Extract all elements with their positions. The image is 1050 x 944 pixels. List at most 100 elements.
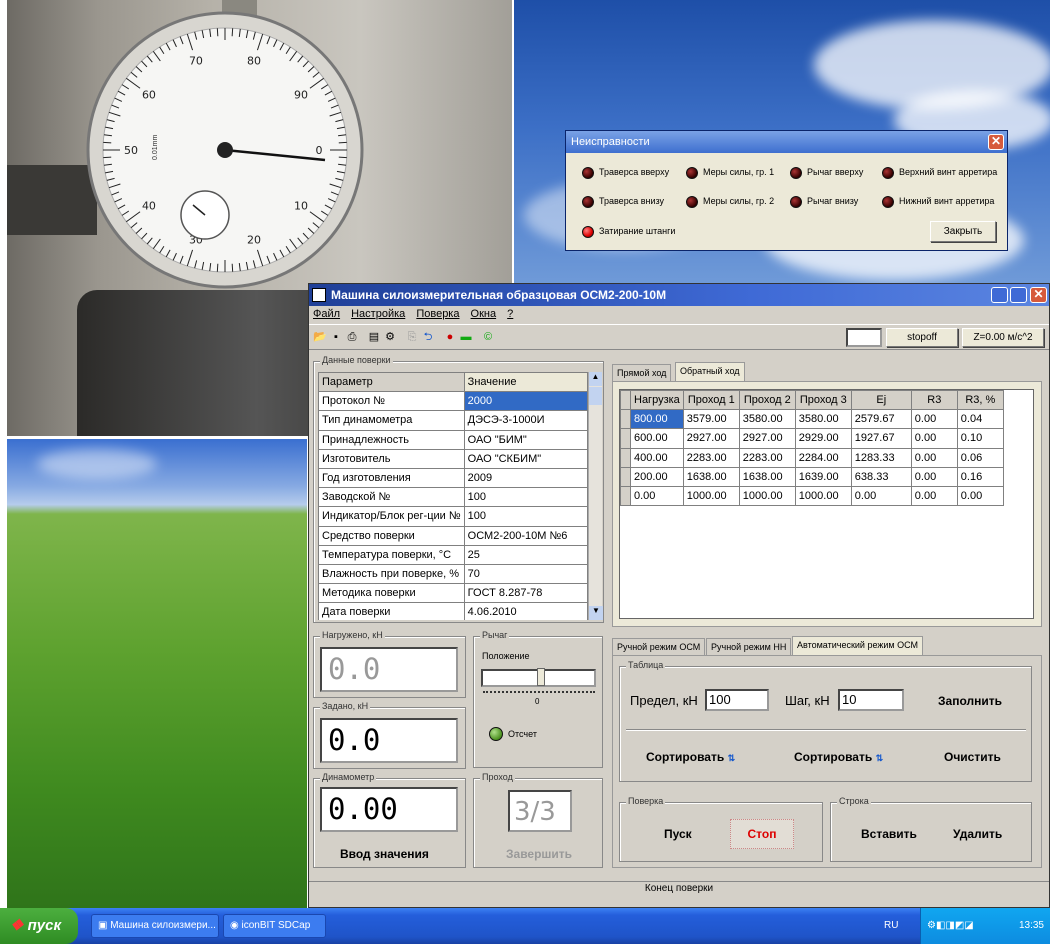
menu-settings[interactable]: Настройка <box>351 308 405 320</box>
results-cell[interactable]: 0.10 <box>956 428 1004 449</box>
results-cell[interactable]: 1638.00 <box>682 466 740 487</box>
param-value-cell[interactable]: ОСМ2-200-10М №6 <box>463 525 588 546</box>
toolbar-input[interactable] <box>846 328 882 347</box>
results-cell[interactable]: 0.04 <box>956 409 1004 430</box>
params-row[interactable]: Дата поверки 4.06.2010 <box>318 602 588 620</box>
results-row[interactable]: 0.00 1000.00 1000.00 1000.00 0.00 0.00 0.00 <box>620 485 1004 507</box>
scroll-down-icon[interactable]: ▼ <box>589 606 603 620</box>
params-row[interactable]: Протокол № 2000 <box>318 391 588 412</box>
menu-verification[interactable]: Поверка <box>416 308 459 320</box>
menu-file[interactable]: Файл <box>313 308 340 320</box>
dynamometer-input[interactable]: 0.00 <box>320 787 458 832</box>
results-col-header[interactable]: R3 <box>910 390 958 411</box>
params-row[interactable]: Изготовитель ОАО "СКБИМ" <box>318 448 588 469</box>
tab-forward[interactable]: Прямой ход <box>612 364 672 381</box>
results-cell[interactable]: 2284.00 <box>794 447 852 468</box>
param-value-cell[interactable]: 4.06.2010 <box>463 602 588 620</box>
results-col-header[interactable]: Проход 3 <box>794 390 852 411</box>
param-name-cell[interactable]: Год изготовления <box>318 467 465 489</box>
results-row[interactable]: 600.00 2927.00 2927.00 2929.00 1927.67 0.00 0.… <box>620 428 1004 449</box>
results-cell[interactable]: 2283.00 <box>682 447 740 468</box>
taskbar-item-sdcap[interactable]: ◉ iconBIT SDCap <box>223 914 326 938</box>
param-name-cell[interactable]: Влажность при поверке, % <box>318 563 465 585</box>
param-name-cell[interactable]: Дата поверки <box>318 602 465 620</box>
param-value-cell[interactable]: 2009 <box>463 467 588 489</box>
run-icon[interactable]: ▬ <box>459 330 473 344</box>
slider-thumb[interactable] <box>537 668 545 686</box>
row-selector[interactable] <box>620 409 631 430</box>
param-name-cell[interactable]: Заводской № <box>318 487 465 508</box>
start-button[interactable]: Пуск <box>664 827 692 841</box>
language-indicator[interactable]: RU <box>884 908 898 944</box>
print-icon[interactable]: ⎙ <box>345 330 359 344</box>
results-cell[interactable]: 1283.33 <box>850 447 912 468</box>
results-col-header[interactable]: Ej <box>850 390 912 411</box>
menu-windows[interactable]: Окна <box>471 308 497 320</box>
params-row[interactable]: Тип динамометра ДЭСЭ-3-1000И <box>318 410 588 431</box>
param-value-cell[interactable]: ОАО "БИМ" <box>463 429 588 450</box>
param-value-cell[interactable]: ГОСТ 8.287-78 <box>463 583 588 604</box>
sort-desc-button[interactable]: Сортировать ⇅ <box>794 750 883 764</box>
tab-manual-osm[interactable]: Ручной режим ОСМ <box>612 638 706 655</box>
param-value-cell[interactable]: 100 <box>463 487 588 508</box>
results-cell[interactable]: 0.00 <box>910 485 958 507</box>
results-cell[interactable]: 0.00 <box>910 466 958 487</box>
row-selector[interactable] <box>620 428 631 449</box>
undo-icon[interactable]: ⮌ <box>421 330 435 344</box>
results-cell[interactable]: 1927.67 <box>850 428 912 449</box>
copy-icon[interactable]: ⎘ <box>405 330 419 344</box>
minimize-icon[interactable] <box>991 287 1008 303</box>
params-row[interactable]: Заводской № 100 <box>318 487 588 508</box>
results-cell[interactable]: 600.00 <box>630 428 684 449</box>
param-value-cell[interactable]: 2000 <box>463 391 588 412</box>
results-cell[interactable]: 400.00 <box>630 447 684 468</box>
results-row[interactable]: 400.00 2283.00 2283.00 2284.00 1283.33 0.00 0.… <box>620 447 1004 468</box>
param-value-cell[interactable]: ОАО "СКБИМ" <box>463 448 588 469</box>
params-row[interactable]: Средство поверки ОСМ2-200-10М №6 <box>318 525 588 546</box>
step-input[interactable]: 10 <box>838 689 904 711</box>
results-row[interactable]: 200.00 1638.00 1638.00 1639.00 638.33 0.00 0.1… <box>620 466 1004 487</box>
results-cell[interactable]: 2283.00 <box>738 447 796 468</box>
faults-dialog-close-icon[interactable]: ✕ <box>988 134 1004 150</box>
tab-reverse[interactable]: Обратный ход <box>675 362 745 381</box>
lever-position-slider[interactable] <box>481 668 596 687</box>
param-name-cell[interactable]: Температура поверки, °С <box>318 544 465 565</box>
params-table[interactable]: Параметр Значение Протокол № 2000 Тип динам… <box>318 372 588 620</box>
tab-auto-osm[interactable]: Автоматический режим ОСМ <box>792 636 923 655</box>
setpoint-input[interactable]: 0.0 <box>320 718 458 763</box>
results-cell[interactable]: 0.16 <box>956 466 1004 487</box>
param-value-cell[interactable]: 100 <box>463 506 588 527</box>
save-icon[interactable]: ▪ <box>329 330 343 344</box>
window-close-icon[interactable]: ✕ <box>1030 287 1047 303</box>
refresh-icon[interactable]: © <box>481 330 495 344</box>
results-cell[interactable]: 2929.00 <box>794 428 852 449</box>
results-cell[interactable]: 0.00 <box>910 428 958 449</box>
results-cell[interactable]: 1000.00 <box>738 485 796 507</box>
menu-help[interactable]: ? <box>507 308 513 320</box>
params-row[interactable]: Принадлежность ОАО "БИМ" <box>318 429 588 450</box>
param-name-cell[interactable]: Протокол № <box>318 391 465 412</box>
results-row[interactable]: 800.00 3579.00 3580.00 3580.00 2579.67 0.00 0.… <box>620 409 1004 430</box>
col-header[interactable]: Значение <box>463 372 588 393</box>
results-cell[interactable]: 2579.67 <box>850 409 912 430</box>
results-cell[interactable]: 0.06 <box>956 447 1004 468</box>
scroll-thumb[interactable] <box>589 387 602 405</box>
results-cell[interactable]: 0.00 <box>956 485 1004 507</box>
scroll-up-icon[interactable]: ▲ <box>589 372 602 386</box>
taskbar-item-app[interactable]: ▣ Машина силоизмери... <box>91 914 219 938</box>
param-name-cell[interactable]: Средство поверки <box>318 525 465 546</box>
results-cell[interactable]: 0.00 <box>630 485 684 507</box>
param-value-cell[interactable]: ДЭСЭ-3-1000И <box>463 410 588 431</box>
results-cell[interactable]: 1639.00 <box>794 466 852 487</box>
tab-manual-nn[interactable]: Ручной режим НН <box>706 638 792 655</box>
params-row[interactable]: Индикатор/Блок рег-ции № 100 <box>318 506 588 527</box>
params-row[interactable]: Температура поверки, °С 25 <box>318 544 588 565</box>
results-col-header[interactable]: R3, % <box>956 390 1004 411</box>
clear-button[interactable]: Очистить <box>944 750 1001 764</box>
param-name-cell[interactable]: Изготовитель <box>318 448 465 469</box>
settings-icon[interactable]: ⚙ <box>383 330 397 344</box>
params-scrollbar[interactable]: ▲ ▼ <box>588 372 603 620</box>
results-cell[interactable]: 200.00 <box>630 466 684 487</box>
preview-icon[interactable]: ▤ <box>367 330 381 344</box>
insert-button[interactable]: Вставить <box>861 827 917 841</box>
